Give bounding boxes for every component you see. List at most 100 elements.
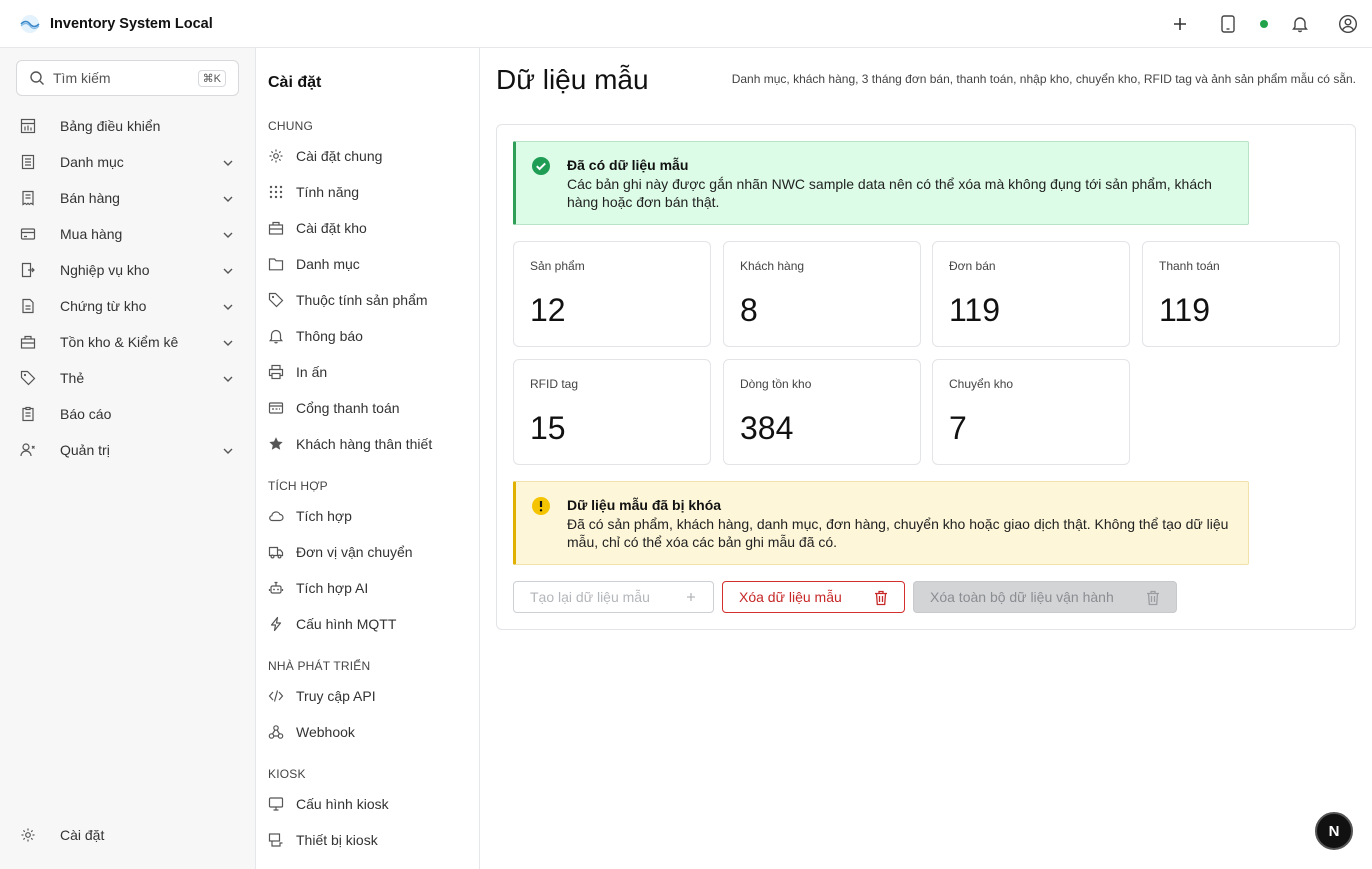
delete-samples-label: Xóa dữ liệu mẫu	[739, 589, 842, 605]
section-heading-general: CHUNG	[268, 119, 313, 133]
document-icon	[20, 298, 36, 314]
chevron-down-icon	[222, 228, 234, 246]
account-button[interactable]	[1324, 0, 1372, 48]
stat-customers: Khách hàng 8	[723, 241, 921, 347]
settings-item-payment-gateway[interactable]: Cổng thanh toán	[256, 393, 480, 423]
sidebar-item-label: Bán hàng	[60, 190, 120, 206]
sidebar-item-catalog[interactable]: Danh mục	[0, 144, 256, 180]
settings-item-printing[interactable]: In ấn	[256, 357, 480, 387]
sidebar-item-label: Cài đặt	[60, 827, 105, 843]
floating-action-button[interactable]: N	[1315, 812, 1353, 850]
status-dot	[1260, 20, 1268, 28]
sidebar-item-tags[interactable]: Thẻ	[0, 360, 256, 396]
tablet-icon	[1221, 15, 1235, 33]
settings-item-loyalty[interactable]: Khách hàng thân thiết	[256, 429, 480, 459]
sidebar-item-label: Thẻ	[60, 370, 85, 386]
settings-item-general[interactable]: Cài đặt chung	[256, 141, 480, 171]
success-alert-body: Các bản ghi này được gắn nhãn NWC sample…	[567, 176, 1212, 210]
robot-icon	[268, 580, 284, 596]
monitor-icon	[268, 796, 284, 812]
settings-title: Cài đặt	[268, 74, 322, 91]
card-icon	[20, 226, 36, 242]
sidebar-item-sales[interactable]: Bán hàng	[0, 180, 256, 216]
sidebar-item-inventory[interactable]: Tồn kho & Kiểm kê	[0, 324, 256, 360]
stat-value: 119	[949, 292, 1001, 328]
code-icon	[268, 688, 284, 704]
sidebar-item-purchasing[interactable]: Mua hàng	[0, 216, 256, 252]
section-heading-kiosk: KIOSK	[268, 767, 306, 781]
delete-all-operational-data-button[interactable]: Xóa toàn bộ dữ liệu vận hành	[913, 581, 1177, 613]
settings-item-shipping-carriers[interactable]: Đơn vị vận chuyển	[256, 537, 480, 567]
settings-item-product-attributes[interactable]: Thuộc tính sản phẩm	[256, 285, 480, 315]
settings-item-kiosk-devices[interactable]: Thiết bị kiosk	[256, 825, 480, 855]
search-input[interactable]	[53, 70, 183, 86]
sidebar-item-dashboard[interactable]: Bảng điều khiển	[0, 108, 256, 144]
stat-transfers: Chuyển kho 7	[932, 359, 1130, 465]
plus-icon	[1173, 17, 1187, 31]
settings-item-label: Webhook	[296, 724, 355, 740]
catalog-icon	[20, 154, 36, 170]
add-button[interactable]	[1156, 0, 1204, 48]
sample-data-card: Đã có dữ liệu mẫu Các bản ghi này được g…	[496, 124, 1356, 630]
top-bar: Inventory System Local	[0, 0, 1372, 48]
settings-item-warehouse[interactable]: Cài đặt kho	[256, 213, 480, 243]
sidebar-item-label: Bảng điều khiển	[60, 118, 161, 134]
sidebar-item-admin[interactable]: Quản trị	[0, 432, 256, 468]
settings-item-label: Cấu hình MQTT	[296, 616, 397, 632]
delete-sample-data-button[interactable]: Xóa dữ liệu mẫu	[722, 581, 905, 613]
check-circle-icon	[531, 156, 551, 181]
settings-item-features[interactable]: Tính năng	[256, 177, 480, 207]
warning-alert: Dữ liệu mẫu đã bị khóa Đã có sản phẩm, k…	[513, 481, 1249, 565]
webhook-icon	[268, 724, 284, 740]
plus-icon	[685, 590, 697, 606]
sidebar-item-settings[interactable]: Cài đặt	[0, 817, 256, 853]
fab-label: N	[1328, 822, 1340, 840]
warning-circle-icon	[531, 496, 551, 521]
sidebar-item-warehouse-docs[interactable]: Chứng từ kho	[0, 288, 256, 324]
inventory-icon	[20, 334, 36, 350]
chevron-down-icon	[222, 192, 234, 210]
regenerate-sample-data-button[interactable]: Tạo lại dữ liệu mẫu	[513, 581, 714, 613]
stat-label: RFID tag	[530, 377, 579, 391]
user-circle-icon	[1338, 14, 1358, 34]
stat-value: 12	[530, 292, 566, 328]
device-button[interactable]	[1204, 0, 1252, 48]
stat-stock-lines: Dòng tồn kho 384	[723, 359, 921, 465]
settings-item-mqtt[interactable]: Cấu hình MQTT	[256, 609, 480, 639]
chevron-down-icon	[222, 264, 234, 282]
warning-alert-body: Đã có sản phẩm, khách hàng, danh mục, đơ…	[567, 516, 1229, 550]
trash-icon	[1146, 590, 1160, 609]
settings-item-api-access[interactable]: Truy cập API	[256, 681, 480, 711]
page-description: Danh mục, khách hàng, 3 tháng đơn bán, t…	[731, 72, 1356, 86]
stat-value: 384	[740, 410, 794, 446]
settings-item-ai[interactable]: Tích hợp AI	[256, 573, 480, 603]
settings-item-integrations[interactable]: Tích hợp	[256, 501, 480, 531]
settings-item-label: Khách hàng thân thiết	[296, 436, 433, 452]
settings-item-label: Truy cập API	[296, 688, 376, 704]
success-alert: Đã có dữ liệu mẫu Các bản ghi này được g…	[513, 141, 1249, 225]
chevron-down-icon	[222, 156, 234, 174]
top-actions	[1156, 0, 1372, 48]
settings-item-label: Danh mục	[296, 256, 360, 272]
settings-item-kiosk-config[interactable]: Cấu hình kiosk	[256, 789, 480, 819]
main-content: Dữ liệu mẫu Danh mục, khách hàng, 3 thán…	[480, 48, 1372, 869]
settings-item-notifications[interactable]: Thông báo	[256, 321, 480, 351]
delete-all-label: Xóa toàn bộ dữ liệu vận hành	[930, 589, 1114, 605]
connection-status	[1252, 0, 1276, 48]
sidebar-item-reports[interactable]: Báo cáo	[0, 396, 256, 432]
warehouse-ops-icon	[20, 262, 36, 278]
folder-icon	[268, 256, 284, 272]
settings-item-webhook[interactable]: Webhook	[256, 717, 480, 747]
tag-icon	[268, 292, 284, 308]
chevron-down-icon	[222, 336, 234, 354]
sidebar-item-warehouse-ops[interactable]: Nghiệp vụ kho	[0, 252, 256, 288]
gear-icon	[268, 148, 284, 164]
settings-item-categories[interactable]: Danh mục	[256, 249, 480, 279]
search-box[interactable]: ⌘K	[16, 60, 239, 96]
sidebar-item-label: Tồn kho & Kiểm kê	[60, 334, 179, 350]
warning-alert-title: Dữ liệu mẫu đã bị khóa	[567, 497, 722, 513]
chevron-down-icon	[222, 444, 234, 462]
brand[interactable]: Inventory System Local	[18, 12, 213, 36]
notifications-button[interactable]	[1276, 0, 1324, 48]
settings-item-label: Cổng thanh toán	[296, 400, 400, 416]
